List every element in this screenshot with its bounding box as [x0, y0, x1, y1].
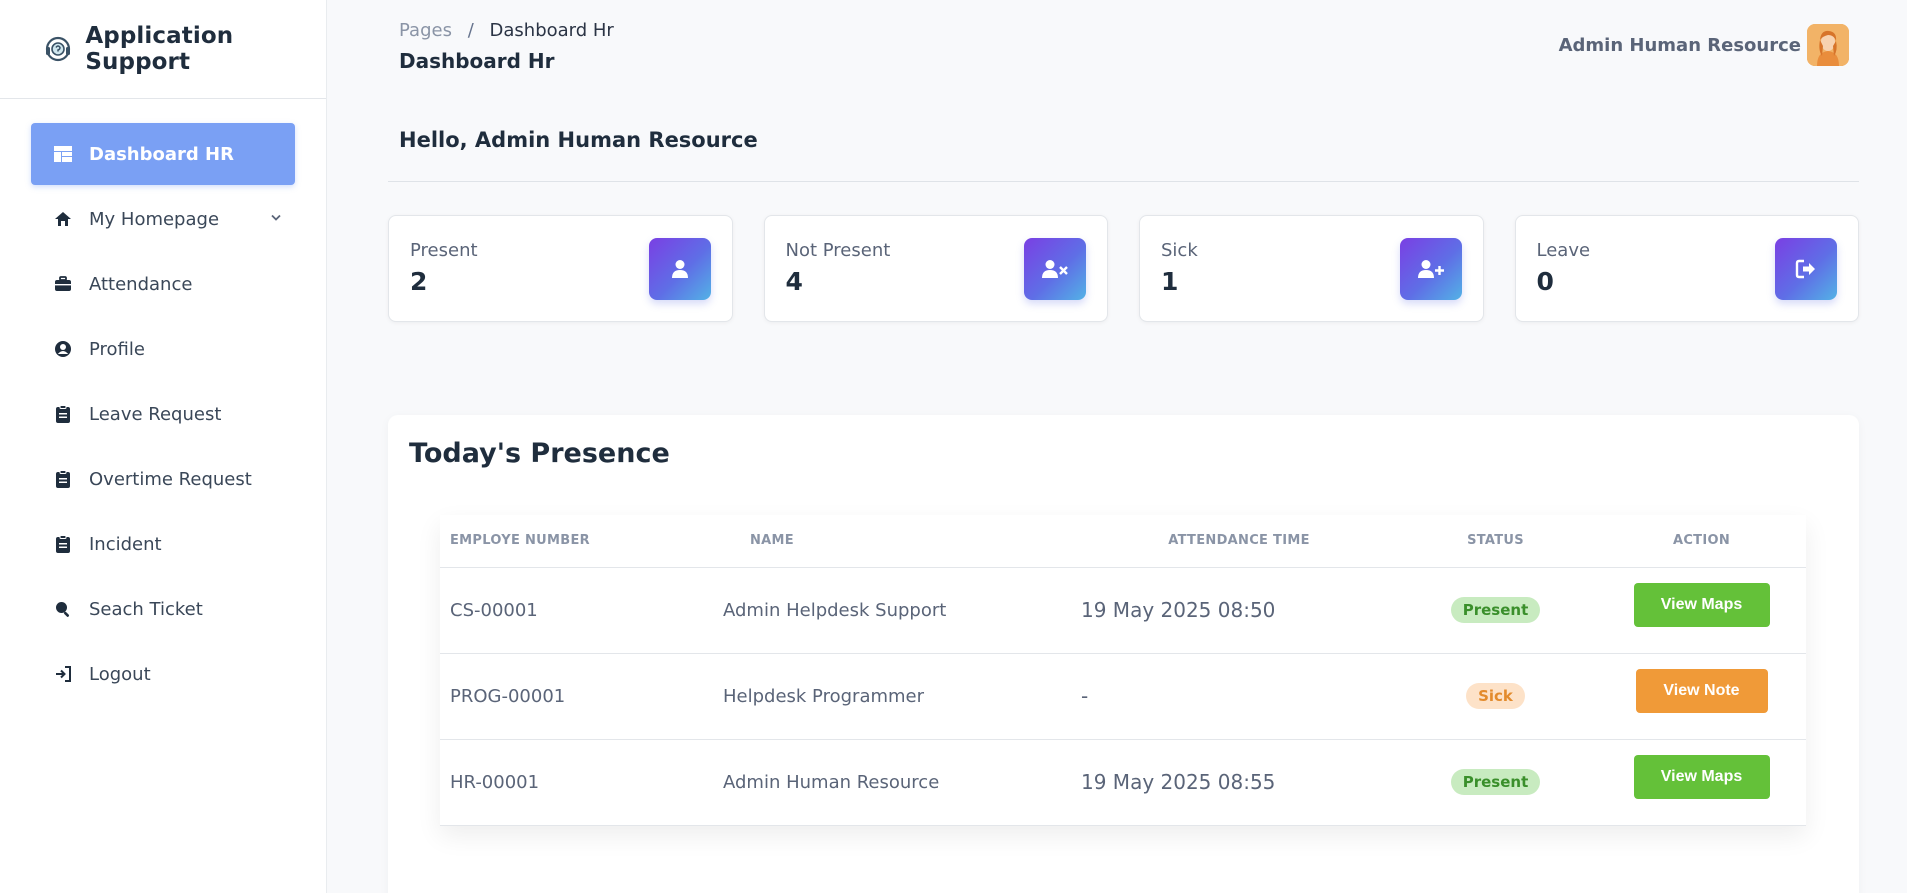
view-maps-button[interactable]: View Maps [1633, 755, 1770, 799]
action-cell: View Maps [1597, 567, 1806, 654]
presence-table-wrapper: Employe Number Name Attendance Time Stat… [440, 515, 1806, 826]
sidebar-item-label: Logout [89, 663, 151, 685]
stat-card-not-present: Not Present 4 [763, 215, 1108, 322]
sidebar-item-label: Leave Request [89, 403, 222, 425]
home-icon [53, 209, 73, 229]
sidebar-item-label: My Homepage [89, 208, 220, 230]
search-icon [53, 599, 73, 619]
attendance-time: 19 May 2025 08:50 [1081, 567, 1394, 654]
sidebar-item-label: Profile [89, 338, 145, 360]
sidebar-item-dashboard-hr[interactable]: Dashboard HR [31, 123, 295, 185]
column-header-action: Action [1597, 515, 1806, 568]
brand[interactable]: Application Support [0, 0, 326, 99]
user-circle-icon [53, 339, 73, 359]
stat-label: Present [410, 240, 478, 261]
view-note-button[interactable]: View Note [1635, 669, 1768, 713]
status-badge: Present [1450, 769, 1541, 795]
column-header-employee-number: Employe Number [440, 515, 713, 568]
sidebar-item-label: Seach Ticket [89, 598, 203, 620]
sidebar-item-label: Attendance [89, 273, 193, 295]
sidebar-item-overtime-request[interactable]: Overtime Request [31, 448, 295, 510]
stat-value: 4 [785, 267, 803, 296]
stat-value: 1 [1161, 267, 1179, 296]
user-icon [648, 238, 711, 300]
sidebar-item-my-homepage[interactable]: My Homepage [31, 188, 295, 250]
breadcrumb-root[interactable]: Pages [399, 20, 452, 41]
employee-number: CS-00001 [440, 567, 713, 654]
sidebar-nav: Dashboard HR My Homepage Attendance Prof… [0, 99, 326, 705]
employee-number: HR-00001 [440, 739, 713, 826]
stat-card-sick: Sick 1 [1139, 215, 1484, 322]
employee-name: Helpdesk Programmer [713, 653, 1081, 740]
employee-number: PROG-00001 [440, 653, 713, 740]
support-headset-icon [42, 32, 73, 66]
user-plus-icon [1399, 238, 1462, 300]
status-badge: Present [1450, 597, 1541, 623]
brand-title: Application Support [85, 23, 234, 75]
stats-cards: Present 2 Not Present 4 Sick 1 Leave 0 [388, 215, 1859, 322]
stat-value: 2 [410, 267, 428, 296]
employee-name: Admin Human Resource [713, 739, 1081, 826]
sidebar-item-label: Incident [89, 533, 162, 555]
column-header-status: Status [1394, 515, 1597, 568]
presence-table: Employe Number Name Attendance Time Stat… [440, 515, 1806, 826]
greeting: Hello, Admin Human Resource [399, 128, 758, 152]
user-times-icon [1024, 238, 1086, 300]
avatar[interactable] [1807, 24, 1849, 66]
chevron-down-icon [269, 209, 283, 230]
view-maps-button[interactable]: View Maps [1633, 583, 1770, 627]
sidebar-item-leave-request[interactable]: Leave Request [31, 383, 295, 445]
status-cell: Present [1394, 567, 1597, 654]
page-title: Dashboard Hr [399, 49, 555, 73]
clipboard-icon [53, 469, 73, 489]
status-badge: Sick [1466, 683, 1525, 709]
sidebar-item-profile[interactable]: Profile [31, 318, 295, 380]
briefcase-icon [53, 274, 73, 294]
dashboard-icon [53, 144, 73, 164]
sidebar-item-attendance[interactable]: Attendance [31, 253, 295, 315]
action-cell: View Maps [1597, 739, 1806, 826]
column-header-attendance-time: Attendance Time [1081, 515, 1394, 568]
action-cell: View Note [1597, 653, 1806, 740]
clipboard-icon [53, 534, 73, 554]
sidebar-item-search-ticket[interactable]: Seach Ticket [31, 578, 295, 640]
table-row: HR-00001 Admin Human Resource 19 May 202… [440, 739, 1806, 826]
column-header-name: Name [713, 515, 1081, 568]
stat-label: Sick [1161, 240, 1198, 261]
clipboard-icon [53, 404, 73, 424]
sidebar-item-label: Dashboard HR [89, 143, 234, 165]
breadcrumb: Pages / Dashboard Hr [399, 20, 614, 41]
sidebar-item-incident[interactable]: Incident [31, 513, 295, 575]
divider [388, 181, 1859, 182]
attendance-time: - [1081, 653, 1394, 740]
attendance-time: 19 May 2025 08:55 [1081, 739, 1394, 826]
stat-value: 0 [1536, 267, 1554, 296]
sidebar-item-logout[interactable]: Logout [31, 643, 295, 705]
user-menu[interactable]: Admin Human Resource [1559, 24, 1849, 66]
sidebar-item-label: Overtime Request [89, 468, 252, 490]
breadcrumb-current: Dashboard Hr [489, 20, 614, 41]
logout-icon [53, 664, 73, 684]
stat-label: Not Present [785, 240, 891, 261]
table-header-row: Employe Number Name Attendance Time Stat… [440, 515, 1806, 568]
stat-card-leave: Leave 0 [1514, 215, 1859, 322]
employee-name: Admin Helpdesk Support [713, 567, 1081, 654]
user-name: Admin Human Resource [1558, 34, 1801, 56]
status-cell: Sick [1394, 653, 1597, 740]
breadcrumb-separator: / [467, 20, 474, 41]
table-row: CS-00001 Admin Helpdesk Support 19 May 2… [440, 567, 1806, 654]
presence-title: Today's Presence [409, 438, 670, 469]
table-row: PROG-00001 Helpdesk Programmer - Sick Vi… [440, 653, 1806, 740]
presence-panel: Today's Presence Employe Number Name Att… [388, 415, 1859, 893]
stat-label: Leave [1536, 240, 1591, 261]
stat-card-present: Present 2 [388, 215, 733, 322]
sidebar: Application Support Dashboard HR My Home… [0, 0, 327, 893]
sign-out-icon [1775, 238, 1837, 300]
status-cell: Present [1394, 739, 1597, 826]
